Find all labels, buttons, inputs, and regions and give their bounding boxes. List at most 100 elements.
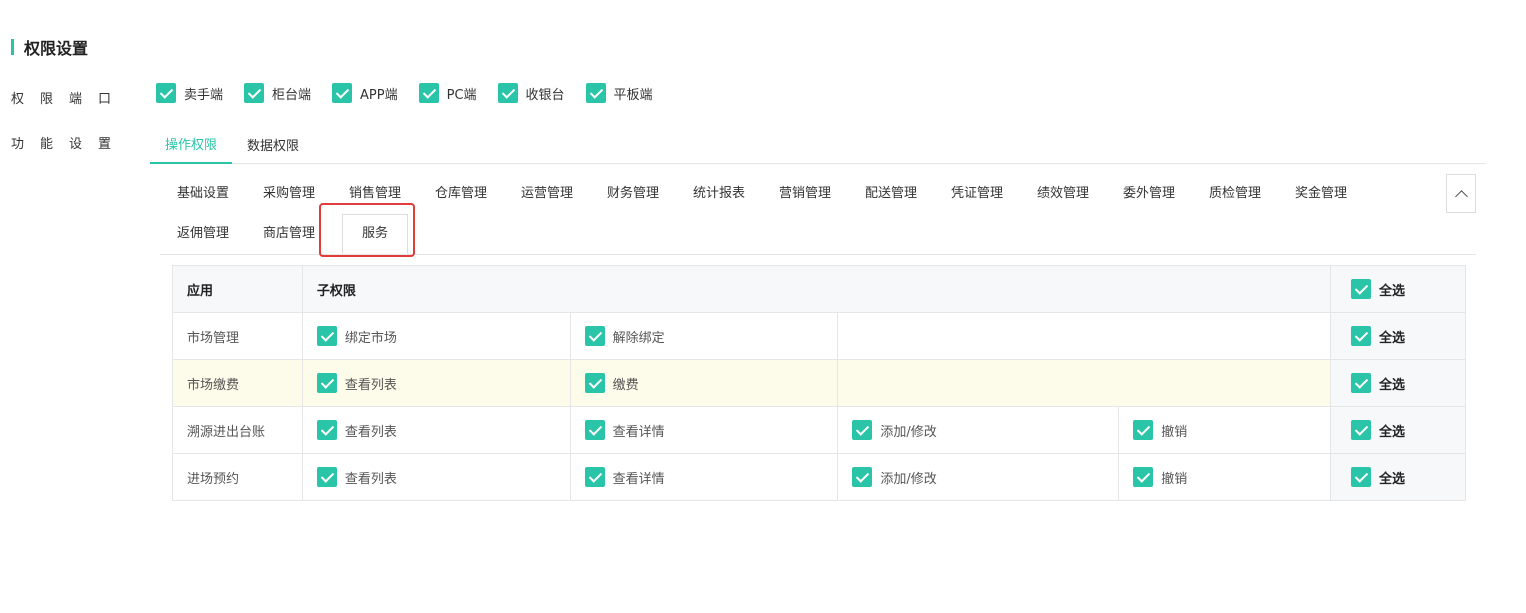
permission-label: 添加/修改 — [880, 424, 937, 440]
permission-label: 撤销 — [1161, 471, 1188, 487]
module-tab[interactable]: 运营管理 — [504, 174, 590, 214]
permission-cell[interactable]: 缴费 — [569, 359, 839, 407]
label-char: 端 — [68, 92, 82, 107]
platform-checkbox-counter[interactable]: 柜台端 — [244, 83, 311, 103]
permission-label: 查看列表 — [344, 471, 397, 487]
app-name: 市场管理 — [172, 312, 303, 360]
module-tab[interactable]: 委外管理 — [1106, 174, 1192, 214]
permission-tabs: 操作权限 数据权限 — [150, 124, 1486, 164]
app-name: 溯源进出台账 — [172, 406, 303, 454]
row-select-all[interactable]: 全选 — [1330, 453, 1466, 501]
app-name: 进场预约 — [172, 453, 303, 501]
checkbox-checked-icon[interactable] — [244, 83, 265, 103]
checkbox-checked-icon[interactable] — [1351, 373, 1372, 393]
tab-operation-permissions[interactable]: 操作权限 — [150, 124, 233, 164]
module-tab[interactable]: 仓库管理 — [418, 174, 504, 214]
checkbox-checked-icon[interactable] — [1351, 279, 1372, 299]
select-all-label: 全选 — [1379, 377, 1406, 393]
table-row: 市场管理 绑定市场 解除绑定 全选 — [172, 312, 1466, 360]
platform-checkbox-app[interactable]: APP端 — [332, 83, 398, 103]
module-tab[interactable]: 质检管理 — [1192, 174, 1278, 214]
permission-cell[interactable]: 查看列表 — [301, 359, 571, 407]
checkbox-checked-icon[interactable] — [1133, 467, 1154, 487]
checkbox-checked-icon[interactable] — [584, 326, 605, 346]
table-header-row: 应用 子权限 全选 — [172, 265, 1466, 313]
checkbox-checked-icon[interactable] — [418, 83, 439, 103]
row-select-all[interactable]: 全选 — [1330, 406, 1466, 454]
permission-table: 应用 子权限 全选 市场管理 绑定市场 解除绑定 全选 市场缴费 查看列表 缴费… — [172, 265, 1466, 501]
platform-label: 卖手端 — [184, 87, 224, 103]
page-title: 权限设置 — [24, 39, 89, 58]
permission-label: 添加/修改 — [880, 471, 937, 487]
row-select-all[interactable]: 全选 — [1330, 312, 1466, 360]
permission-label: 缴费 — [612, 377, 639, 393]
select-all-label: 全选 — [1379, 283, 1406, 299]
permission-cell[interactable]: 撤销 — [1118, 406, 1332, 454]
checkbox-checked-icon[interactable] — [584, 373, 605, 393]
table-row: 溯源进出台账 查看列表 查看详情 添加/修改 撤销 全选 — [172, 406, 1466, 454]
selection-highlight-box — [319, 203, 415, 257]
row-select-all[interactable]: 全选 — [1330, 359, 1466, 407]
permission-cell[interactable]: 撤销 — [1118, 453, 1332, 501]
checkbox-checked-icon[interactable] — [332, 83, 353, 103]
platform-checkbox-tablet[interactable]: 平板端 — [585, 83, 653, 103]
checkbox-checked-icon[interactable] — [1351, 467, 1372, 487]
permission-cell[interactable]: 查看列表 — [301, 406, 571, 454]
permission-label: 查看列表 — [344, 424, 397, 440]
module-tab[interactable]: 绩效管理 — [1020, 174, 1106, 214]
permission-cell[interactable]: 添加/修改 — [837, 406, 1120, 454]
checkbox-checked-icon[interactable] — [316, 326, 337, 346]
permission-cell[interactable]: 查看列表 — [301, 453, 571, 501]
permission-cell[interactable]: 查看详情 — [569, 406, 839, 454]
checkbox-checked-icon[interactable] — [1351, 326, 1372, 346]
checkbox-checked-icon[interactable] — [585, 83, 606, 103]
header-app: 应用 — [172, 265, 303, 313]
checkbox-checked-icon[interactable] — [852, 420, 873, 440]
checkbox-checked-icon[interactable] — [316, 373, 337, 393]
checkbox-checked-icon[interactable] — [316, 467, 337, 487]
module-tab[interactable]: 营销管理 — [762, 174, 848, 214]
module-tab[interactable]: 返佣管理 — [160, 214, 246, 254]
checkbox-checked-icon[interactable] — [584, 467, 605, 487]
chevron-up-icon — [1454, 189, 1468, 203]
feature-row-label: 功 能 设 置 — [11, 133, 121, 152]
header-sub: 子权限 — [301, 265, 1332, 313]
checkbox-checked-icon[interactable] — [1133, 420, 1154, 440]
checkbox-checked-icon[interactable] — [1351, 420, 1372, 440]
label-char: 设 — [68, 137, 82, 152]
section-title: 权限设置 — [11, 36, 88, 58]
module-tab[interactable]: 凭证管理 — [934, 174, 1020, 214]
platform-checkbox-pc[interactable]: PC端 — [418, 83, 477, 103]
select-all-label: 全选 — [1379, 424, 1406, 440]
checkbox-checked-icon[interactable] — [156, 83, 176, 103]
platform-label: 平板端 — [613, 87, 653, 103]
header-select-all[interactable]: 全选 — [1330, 265, 1466, 313]
platform-row-label: 权 限 端 口 — [11, 88, 121, 107]
checkbox-checked-icon[interactable] — [584, 420, 605, 440]
checkbox-checked-icon[interactable] — [497, 83, 518, 103]
empty-cell — [837, 312, 1332, 360]
module-tab[interactable]: 财务管理 — [590, 174, 676, 214]
permission-label: 绑定市场 — [344, 330, 397, 346]
module-tab[interactable]: 统计报表 — [676, 174, 762, 214]
module-tab[interactable]: 奖金管理 — [1278, 174, 1364, 214]
platform-label: PC端 — [446, 87, 477, 103]
module-tab[interactable]: 基础设置 — [160, 174, 246, 214]
tab-data-permissions[interactable]: 数据权限 — [232, 124, 314, 164]
permission-cell[interactable]: 解除绑定 — [569, 312, 839, 360]
permission-cell[interactable]: 绑定市场 — [301, 312, 571, 360]
checkbox-checked-icon[interactable] — [316, 420, 337, 440]
checkbox-checked-icon[interactable] — [852, 467, 873, 487]
permission-cell[interactable]: 添加/修改 — [837, 453, 1120, 501]
platform-checkbox-cashier[interactable]: 收银台 — [497, 83, 565, 103]
label-char: 限 — [39, 92, 53, 107]
platform-label: APP端 — [360, 87, 398, 103]
permission-label: 查看列表 — [344, 377, 397, 393]
permission-label: 查看详情 — [612, 471, 665, 487]
permission-cell[interactable]: 查看详情 — [569, 453, 839, 501]
platform-checkbox-seller[interactable]: 卖手端 — [156, 83, 223, 103]
platform-checkbox-group: 卖手端 柜台端 APP端 PC端 收银台 平板端 — [156, 83, 674, 103]
module-tab[interactable]: 配送管理 — [848, 174, 934, 214]
collapse-button[interactable] — [1446, 174, 1476, 213]
platform-label: 收银台 — [525, 87, 565, 103]
